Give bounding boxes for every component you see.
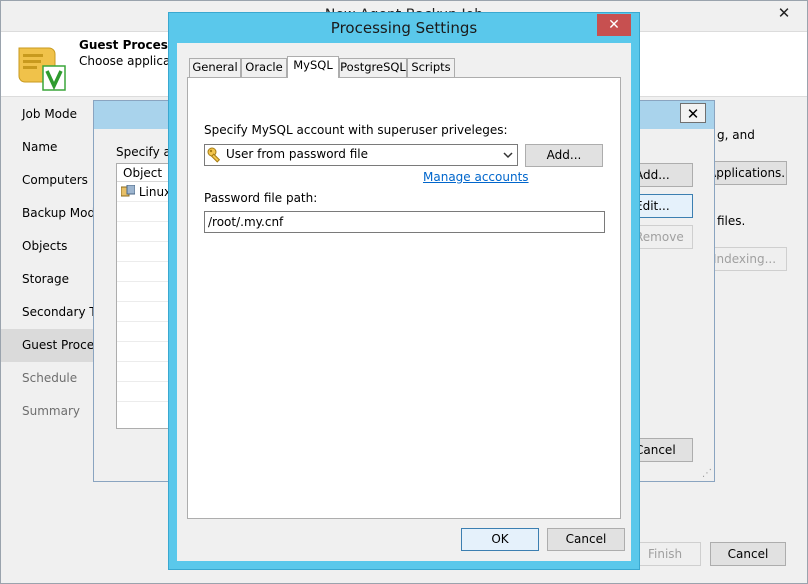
column-header-object[interactable]: Object bbox=[117, 164, 175, 182]
main-close-icon[interactable]: ✕ bbox=[771, 3, 797, 23]
list-item[interactable]: Linux bbox=[117, 182, 175, 202]
mid-close-icon[interactable]: ✕ bbox=[680, 103, 706, 123]
list-item-empty bbox=[117, 382, 175, 402]
account-label: Specify MySQL account with superuser pri… bbox=[204, 123, 508, 137]
add-account-button[interactable]: Add... bbox=[525, 144, 603, 167]
list-item-empty bbox=[117, 262, 175, 282]
account-select[interactable]: User from password file bbox=[204, 144, 518, 166]
processing-settings-dialog: Processing Settings ✕ General Oracle MyS… bbox=[168, 12, 640, 570]
tab-scripts[interactable]: Scripts bbox=[407, 58, 455, 77]
wizard-nav: Job Mode Name Computers Backup Mode Obje… bbox=[1, 98, 101, 428]
nav-item-name[interactable]: Name bbox=[1, 131, 101, 164]
nav-item-schedule: Schedule bbox=[22, 371, 78, 385]
nav-item-objects[interactable]: Objects bbox=[1, 230, 101, 263]
tab-general[interactable]: General bbox=[189, 58, 241, 77]
resize-grip-icon[interactable]: ⋰ bbox=[702, 468, 712, 479]
nav-item-storage[interactable]: Storage bbox=[1, 263, 101, 296]
computer-group-icon bbox=[120, 184, 136, 197]
nav-item-guest-processing[interactable]: Guest Processing bbox=[1, 329, 101, 362]
key-icon bbox=[207, 147, 221, 163]
account-select-value: User from password file bbox=[226, 147, 368, 161]
list-item-empty bbox=[117, 362, 175, 382]
ps-title: Processing Settings bbox=[330, 19, 478, 37]
tab-postgresql[interactable]: PostgreSQL bbox=[339, 58, 407, 77]
nav-item-summary: Summary bbox=[22, 404, 80, 418]
list-item-empty bbox=[117, 282, 175, 302]
list-item-empty bbox=[117, 222, 175, 242]
list-item-label: Linux bbox=[138, 185, 172, 199]
object-list[interactable]: Object Linux bbox=[116, 163, 176, 429]
ps-titlebar: Processing Settings ✕ bbox=[169, 13, 639, 43]
main-cancel-button[interactable]: Cancel bbox=[710, 542, 786, 566]
tab-oracle[interactable]: Oracle bbox=[241, 58, 287, 77]
list-item-empty bbox=[117, 302, 175, 322]
list-item-empty bbox=[117, 322, 175, 342]
scroll-with-checkmark-icon bbox=[18, 47, 66, 91]
ok-button[interactable]: OK bbox=[461, 528, 539, 551]
description-text-fragment: g, and bbox=[717, 128, 755, 142]
list-item-empty bbox=[117, 242, 175, 262]
tab-mysql[interactable]: MySQL bbox=[287, 56, 339, 78]
mysql-tab-panel: Specify MySQL account with superuser pri… bbox=[187, 77, 621, 519]
nav-item-backup-mode[interactable]: Backup Mode bbox=[1, 197, 101, 230]
nav-item-computers[interactable]: Computers bbox=[1, 164, 101, 197]
nav-item-secondary-target[interactable]: Secondary Target bbox=[1, 296, 101, 329]
list-item-empty bbox=[117, 342, 175, 362]
list-item-empty bbox=[117, 202, 175, 222]
chevron-down-icon[interactable] bbox=[501, 147, 515, 163]
cancel-button[interactable]: Cancel bbox=[547, 528, 625, 551]
password-path-label: Password file path: bbox=[204, 191, 318, 205]
description-text-fragment-2: files. bbox=[717, 214, 746, 228]
close-icon[interactable]: ✕ bbox=[597, 14, 631, 36]
password-path-input[interactable]: /root/.my.cnf bbox=[204, 211, 605, 233]
ps-body: General Oracle MySQL PostgreSQL Scripts … bbox=[177, 43, 631, 561]
nav-item-job-mode[interactable]: Job Mode bbox=[1, 98, 101, 131]
manage-accounts-link[interactable]: Manage accounts bbox=[423, 170, 529, 184]
